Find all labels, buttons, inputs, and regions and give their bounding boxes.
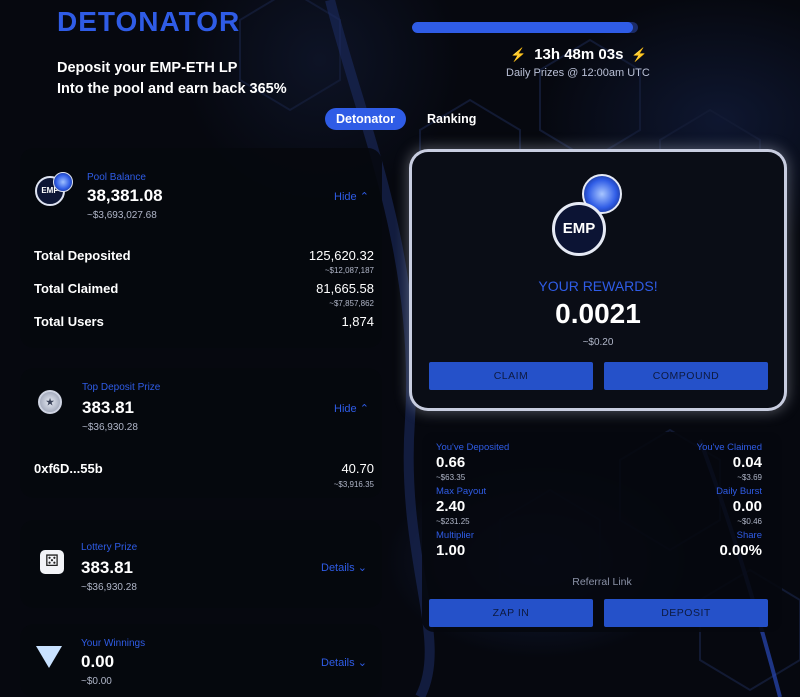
- lottery-details-label: Details: [321, 562, 355, 574]
- daily-burst-value: 0.00: [732, 498, 762, 515]
- timer-text: 13h 48m 03s: [534, 46, 624, 63]
- tagline: Deposit your EMP-ETH LP Into the pool an…: [57, 58, 287, 100]
- compound-button[interactable]: COMPOUND: [604, 362, 768, 390]
- lottery-usd: ~$36,930.28: [81, 582, 137, 593]
- zap-in-button[interactable]: ZAP IN: [429, 599, 593, 627]
- pool-hide-label: Hide: [334, 191, 357, 203]
- pool-balance-label: Pool Balance: [87, 172, 146, 183]
- dice-icon: ⚄: [40, 550, 64, 574]
- rewards-value: 0.0021: [555, 298, 641, 329]
- bolt-icon: ⚡: [631, 46, 648, 62]
- chevron-up-icon: ⌃: [359, 191, 369, 203]
- top-deposit-value: 383.81: [82, 398, 134, 417]
- total-deposited-value: 125,620.32: [308, 248, 374, 263]
- tagline-line-1: Deposit your EMP-ETH LP: [57, 60, 238, 76]
- share-value: 0.00%: [719, 542, 762, 559]
- total-deposited-label: Total Deposited: [34, 248, 131, 263]
- tab-detonator[interactable]: Detonator: [325, 108, 407, 130]
- emp-token-icon: EMP: [552, 202, 606, 256]
- claimed-value: 0.04: [732, 454, 762, 471]
- daily-burst-usd: ~$0.46: [737, 517, 762, 526]
- lottery-details-toggle[interactable]: Details ⌄: [321, 561, 367, 574]
- daily-burst-label: Daily Burst: [716, 486, 762, 497]
- winnings-details-label: Details: [321, 657, 355, 669]
- pool-hide-toggle[interactable]: Hide ⌃: [334, 190, 369, 203]
- claimed-usd: ~$3.69: [737, 473, 762, 482]
- daily-progress-bar: [412, 22, 638, 33]
- top-deposit-label: Top Deposit Prize: [82, 382, 161, 393]
- claim-button[interactable]: CLAIM: [429, 362, 593, 390]
- chevron-down-icon: ⌄: [357, 562, 367, 574]
- max-payout-usd: ~$231.25: [436, 517, 470, 526]
- total-deposited-usd: ~$12,087,187: [324, 266, 374, 275]
- total-claimed-usd: ~$7,857,862: [329, 299, 374, 308]
- claimed-label: You've Claimed: [696, 442, 762, 453]
- share-label: Share: [736, 530, 762, 541]
- rewards-card: EMP YOUR REWARDS! 0.0021 ~$0.20 CLAIM CO…: [412, 152, 784, 408]
- total-users-label: Total Users: [34, 314, 104, 329]
- lottery-value: 383.81: [81, 558, 133, 577]
- top-depositor-address: 0xf6D...55b: [34, 461, 103, 476]
- rewards-usd: ~$0.20: [582, 337, 614, 348]
- deposited-value: 0.66: [436, 454, 466, 471]
- winnings-details-toggle[interactable]: Details ⌄: [321, 656, 367, 669]
- max-payout-value: 2.40: [436, 498, 466, 515]
- top-deposit-usd: ~$36,930.28: [82, 422, 138, 433]
- deposited-usd: ~$63.35: [436, 473, 466, 482]
- deposited-label: You've Deposited: [436, 442, 510, 453]
- total-users-value: 1,874: [341, 314, 374, 329]
- medal-icon: ★: [38, 390, 62, 414]
- eth-token-icon: [53, 172, 73, 192]
- chevron-up-icon: ⌃: [359, 403, 369, 415]
- winnings-card: Your Winnings 0.00 ~$0.00 Details ⌄: [20, 624, 382, 697]
- deposit-button[interactable]: DEPOSIT: [604, 599, 768, 627]
- lottery-label: Lottery Prize: [81, 542, 138, 553]
- tab-ranking[interactable]: Ranking: [416, 108, 487, 130]
- tab-bar: Detonator Ranking: [325, 108, 487, 130]
- top-deposit-hide-label: Hide: [334, 403, 357, 415]
- multiplier-label: Multiplier: [436, 530, 475, 541]
- top-depositor-usd: ~$3,916.35: [333, 480, 374, 489]
- winnings-label: Your Winnings: [81, 638, 146, 649]
- timer-subtitle: Daily Prizes @ 12:00am UTC: [506, 67, 650, 79]
- pool-balance-value: 38,381.08: [87, 186, 163, 205]
- top-depositor-value: 40.70: [341, 461, 374, 476]
- daily-progress-fill: [412, 22, 634, 33]
- rewards-title: YOUR REWARDS!: [538, 278, 658, 294]
- total-claimed-value: 81,665.58: [316, 281, 374, 296]
- total-claimed-label: Total Claimed: [34, 281, 119, 296]
- referral-link[interactable]: Referral Link: [422, 576, 782, 588]
- winnings-usd: ~$0.00: [81, 676, 112, 687]
- bolt-icon: ⚡: [510, 46, 527, 62]
- top-deposit-card: ★ Top Deposit Prize 383.81 ~$36,930.28 H…: [20, 368, 382, 498]
- chevron-down-icon: ⌄: [357, 657, 367, 669]
- max-payout-label: Max Payout: [436, 486, 487, 497]
- lottery-card: ⚄ Lottery Prize 383.81 ~$36,930.28 Detai…: [20, 520, 382, 608]
- multiplier-value: 1.00: [436, 542, 466, 559]
- pool-balance-usd: ~$3,693,027.68: [87, 210, 157, 221]
- tagline-line-2: Into the pool and earn back 365%: [57, 81, 287, 97]
- diamond-icon: [36, 646, 62, 668]
- app-logo: DETONATOR: [57, 6, 241, 37]
- top-deposit-hide-toggle[interactable]: Hide ⌃: [334, 402, 369, 415]
- countdown-timer: ⚡ 13h 48m 03s ⚡: [510, 46, 648, 63]
- winnings-value: 0.00: [81, 652, 115, 671]
- pool-balance-card: EMP Pool Balance 38,381.08 ~$3,693,027.6…: [20, 148, 382, 348]
